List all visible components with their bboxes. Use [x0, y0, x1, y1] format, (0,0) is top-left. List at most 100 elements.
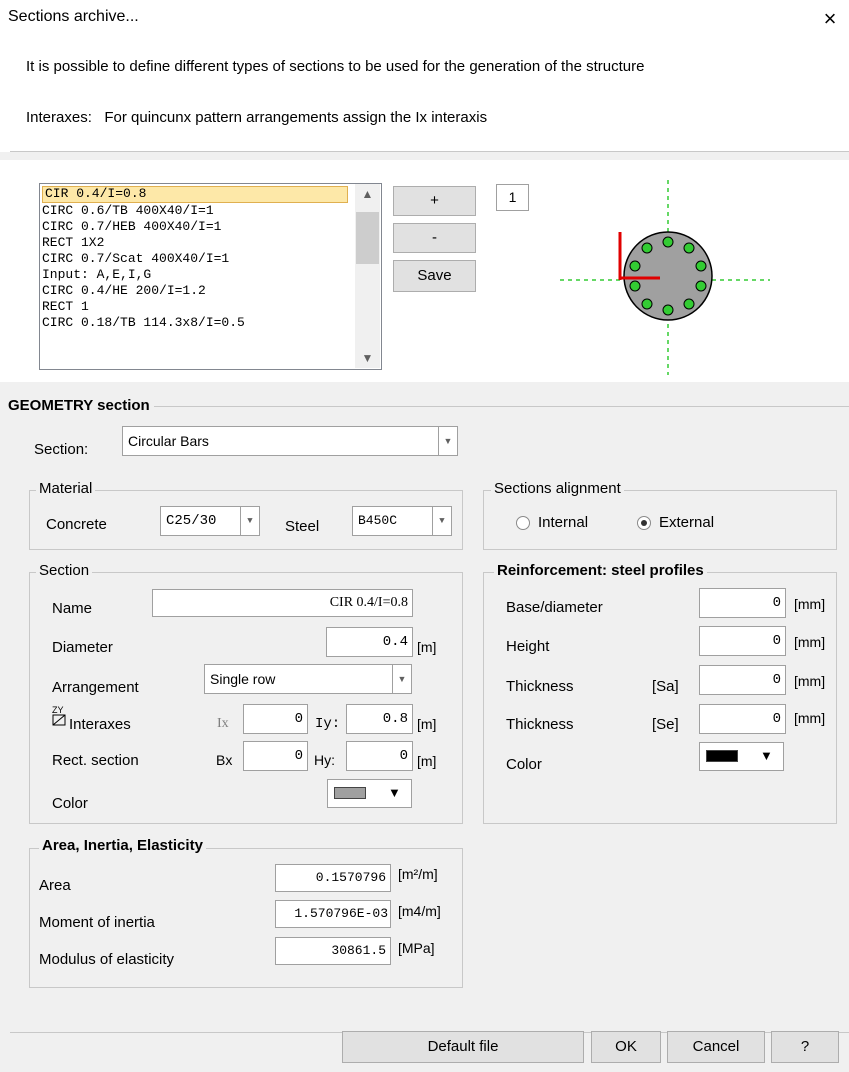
diameter-field[interactable]: 0.4 [326, 627, 413, 657]
height-field[interactable]: 0 [699, 626, 786, 656]
thickness-se-unit: [mm] [794, 710, 826, 726]
iy-field[interactable]: 0.8 [346, 704, 413, 734]
external-label[interactable]: External [659, 514, 714, 531]
concrete-select[interactable]: C25/30 ▼ [160, 506, 260, 536]
external-radio[interactable] [637, 516, 651, 530]
internal-label[interactable]: Internal [538, 514, 588, 531]
section-type-label: Section: [34, 441, 89, 458]
list-item[interactable]: CIRC 0.7/Scat 400X40/I=1 [40, 251, 352, 267]
chevron-down-icon[interactable]: ▼ [240, 507, 259, 535]
thickness-se-field[interactable]: 0 [699, 704, 786, 734]
list-item[interactable]: RECT 1 [40, 299, 352, 315]
help-button[interactable]: ? [771, 1031, 839, 1063]
thickness-sa-label: Thickness [506, 678, 574, 695]
thickness-sa-tag: [Sa] [652, 678, 679, 695]
arrangement-label: Arrangement [52, 679, 139, 696]
ix-label: Ix [217, 716, 229, 731]
interaxes-label: Interaxes [69, 716, 131, 733]
ix-field[interactable]: 0 [243, 704, 308, 734]
list-item[interactable]: CIRC 0.7/HEB 400X40/I=1 [40, 219, 352, 235]
section-color-swatch [334, 787, 366, 799]
chevron-down-icon: ▼ [760, 748, 773, 763]
close-icon[interactable]: × [815, 4, 845, 34]
list-item[interactable]: CIRC 0.4/HE 200/I=1.2 [40, 283, 352, 299]
name-field[interactable]: CIR 0.4/I=0.8 [152, 589, 413, 617]
chevron-down-icon[interactable]: ▼ [432, 507, 451, 535]
list-item[interactable]: Input: A,E,I,G [40, 267, 352, 283]
concrete-label: Concrete [46, 516, 107, 533]
separator [10, 151, 849, 152]
interaxes-note: Interaxes: For quincunx pattern arrangem… [26, 109, 488, 126]
steel-value: B450C [358, 513, 398, 528]
default-file-button[interactable]: Default file [342, 1031, 584, 1063]
thickness-se-tag: [Se] [652, 716, 679, 733]
section-type-value: Circular Bars [128, 433, 209, 449]
section-type-select[interactable]: Circular Bars ▼ [122, 426, 458, 456]
area-field: 0.1570796 [275, 864, 391, 892]
rect-unit: [m] [417, 753, 437, 769]
iy-label: Iy: [315, 716, 341, 732]
internal-radio[interactable] [516, 516, 530, 530]
reinforcement-color-picker[interactable]: ▼ [699, 742, 784, 771]
svg-text:ZY: ZY [52, 705, 64, 715]
list-item[interactable]: CIRC 0.18/TB 114.3x8/I=0.5 [40, 315, 352, 331]
section-group-title: Section [36, 562, 93, 579]
list-scrollbar[interactable]: ▲ ▼ [355, 184, 380, 368]
interaxes-unit: [m] [417, 716, 437, 732]
section-count: 1 [496, 184, 529, 211]
ok-button[interactable]: OK [591, 1031, 661, 1063]
hy-label: Hy: [314, 752, 335, 768]
thickness-sa-unit: [mm] [794, 673, 826, 689]
section-color-picker[interactable]: ▼ [327, 779, 412, 808]
description-text: It is possible to define different types… [26, 58, 645, 75]
axes-icon: ZY [52, 705, 66, 726]
inertia-unit: [m4/m] [398, 903, 441, 919]
list-item[interactable]: CIR 0.4/I=0.8 [42, 186, 348, 203]
sections-list[interactable]: CIR 0.4/I=0.8 CIRC 0.6/TB 400X40/I=1 CIRC … [39, 183, 382, 370]
height-label: Height [506, 638, 550, 655]
cancel-button[interactable]: Cancel [667, 1031, 765, 1063]
thickness-se-label: Thickness [506, 716, 574, 733]
reinforcement-color-swatch [706, 750, 738, 762]
add-button[interactable]: + [393, 186, 476, 216]
diameter-label: Diameter [52, 639, 113, 656]
steel-label: Steel [285, 518, 320, 535]
elasticity-label: Modulus of elasticity [39, 951, 175, 968]
geometry-title: GEOMETRY section [8, 397, 154, 414]
rect-section-label: Rect. section [52, 752, 139, 769]
elasticity-unit: [MPa] [398, 940, 435, 956]
reinforcement-title: Reinforcement: steel profiles [494, 562, 707, 579]
bx-field[interactable]: 0 [243, 741, 308, 771]
chevron-down-icon: ▼ [388, 785, 401, 800]
material-title: Material [36, 480, 96, 497]
area-label: Area [39, 877, 71, 894]
scroll-thumb[interactable] [356, 212, 379, 264]
name-label: Name [52, 600, 93, 617]
base-field[interactable]: 0 [699, 588, 786, 618]
properties-title: Area, Inertia, Elasticity [39, 837, 206, 854]
inertia-label: Moment of inertia [39, 914, 155, 931]
base-label: Base/diameter [506, 599, 603, 616]
alignment-title: Sections alignment [491, 480, 624, 497]
thickness-sa-field[interactable]: 0 [699, 665, 786, 695]
list-item[interactable]: RECT 1X2 [40, 235, 352, 251]
scroll-up-icon[interactable]: ▲ [355, 184, 380, 204]
hy-field[interactable]: 0 [346, 741, 413, 771]
scroll-down-icon[interactable]: ▼ [355, 348, 380, 368]
elasticity-field: 30861.5 [275, 937, 391, 965]
arrangement-select[interactable]: Single row ▼ [204, 664, 412, 694]
bx-label: Bx [216, 752, 233, 768]
list-item[interactable]: CIRC 0.6/TB 400X40/I=1 [40, 203, 352, 219]
reinforcement-color-label: Color [506, 756, 542, 773]
chevron-down-icon[interactable]: ▼ [438, 427, 457, 455]
diameter-unit: [m] [417, 639, 437, 655]
base-unit: [mm] [794, 596, 826, 612]
window-title: Sections archive... [8, 8, 139, 25]
section-preview [560, 180, 770, 375]
description-area [0, 40, 849, 152]
save-button[interactable]: Save [393, 260, 476, 292]
remove-button[interactable]: - [393, 223, 476, 253]
chevron-down-icon[interactable]: ▼ [392, 665, 411, 693]
steel-select[interactable]: B450C ▼ [352, 506, 452, 536]
arrangement-value: Single row [210, 671, 276, 687]
